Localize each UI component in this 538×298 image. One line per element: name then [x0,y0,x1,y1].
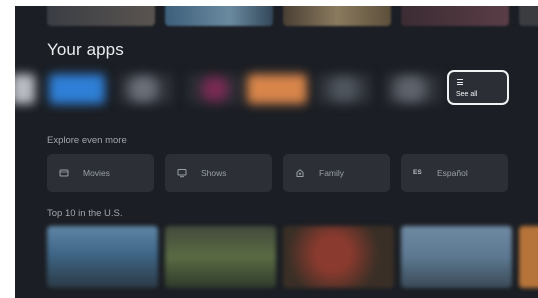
chip-family[interactable]: Family [283,154,390,192]
poster-card[interactable] [165,226,276,288]
chip-shows[interactable]: Shows [165,154,272,192]
es-badge: ES [413,169,422,176]
chip-espanol[interactable]: ES Español [401,154,508,192]
movie-icon [59,169,69,177]
chip-label: Español [437,168,468,178]
app-tile[interactable] [247,74,307,104]
poster-card[interactable] [519,226,538,288]
your-apps-title: Your apps [47,40,124,59]
chip-label: Movies [83,168,110,178]
poster-card[interactable] [283,226,394,288]
app-tile[interactable] [385,74,441,104]
content-card[interactable] [47,6,155,26]
family-icon [296,169,304,177]
content-card[interactable] [165,6,273,26]
content-card[interactable] [519,6,538,26]
chip-label: Family [319,168,345,178]
tv-icon [177,169,187,178]
see-all-button[interactable]: See all [447,70,509,105]
app-tile[interactable] [187,74,243,104]
menu-icon [457,79,463,85]
tv-home-screen: Your apps See all Explore even more Movi… [15,6,538,298]
explore-title: Explore even more [47,135,127,146]
app-tile[interactable] [15,74,35,104]
app-tile[interactable] [49,74,105,104]
content-card[interactable] [401,6,509,26]
chip-label: Shows [201,168,227,178]
poster-card[interactable] [401,226,512,288]
top10-title: Top 10 in the U.S. [47,208,123,219]
chip-movies[interactable]: Movies [47,154,154,192]
see-all-label: See all [456,91,478,98]
app-tile[interactable] [119,74,173,104]
app-tile[interactable] [317,74,371,104]
content-card[interactable] [283,6,391,26]
poster-card[interactable] [47,226,158,288]
